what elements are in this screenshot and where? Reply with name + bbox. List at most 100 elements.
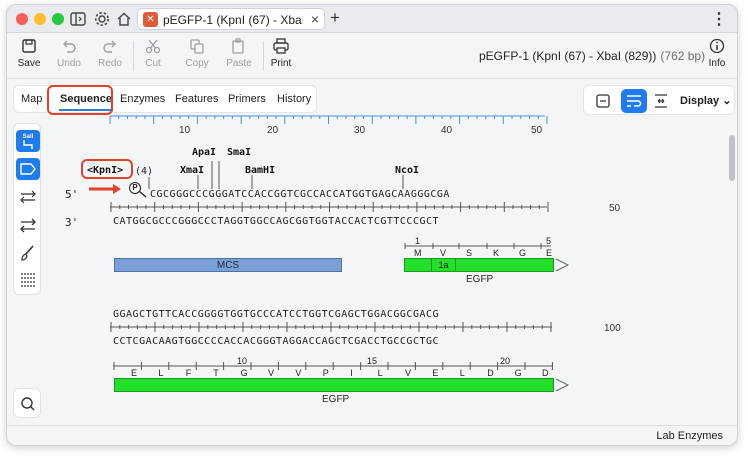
paste-label: Paste: [226, 58, 252, 69]
feature-egfp-2[interactable]: [114, 378, 554, 392]
clipboard-icon: [232, 38, 244, 54]
tab-map[interactable]: Map: [21, 93, 42, 105]
home-icon[interactable]: [115, 10, 133, 28]
minimize-window-button[interactable]: [34, 13, 46, 25]
fit-width-button[interactable]: [648, 89, 674, 113]
ruler-label-10: 10: [179, 125, 191, 136]
document-tab-title: pEGFP-1 (KpnI (67) - XbaI (8: [163, 13, 303, 27]
egfp-inner-label: 1a: [431, 259, 456, 271]
print-button[interactable]: Print: [261, 37, 301, 69]
feature-egfp-1[interactable]: 1a: [404, 258, 554, 272]
egfp-arrow-head-2: [555, 378, 570, 392]
position-50: 50: [609, 203, 621, 214]
amino-acid: G: [514, 368, 522, 378]
feature-mcs[interactable]: MCS: [114, 258, 342, 272]
ruler: [109, 115, 548, 124]
five-prime-label: 5': [65, 188, 79, 201]
redo-button[interactable]: Redo: [90, 37, 130, 69]
amino-acid: L: [459, 368, 465, 378]
ruler-label-50: 50: [531, 125, 543, 136]
feature-arrow-icon: [20, 163, 36, 175]
zoom-window-button[interactable]: [52, 13, 64, 25]
bottom-strand-2[interactable]: CCTCGACAAGTGGCCCCACCACGGGTAGGACCAGCTCGAC…: [113, 336, 439, 347]
amino-acid: L: [377, 368, 383, 378]
undo-label: Undo: [57, 58, 81, 69]
wrap-sequence-button[interactable]: [621, 89, 647, 113]
save-label: Save: [17, 58, 41, 69]
enzyme-tool-button[interactable]: SalI: [16, 130, 40, 152]
tab-history[interactable]: History: [277, 93, 311, 105]
paste-button[interactable]: Paste: [219, 37, 259, 69]
aa-1-4: G: [519, 248, 527, 258]
scissors-icon: [145, 39, 161, 54]
aa-1-5: E: [546, 248, 553, 258]
swap-arrows-icon: [20, 218, 36, 233]
aa-1-3: K: [493, 248, 500, 258]
undo-button[interactable]: Undo: [49, 37, 89, 69]
new-tab-button[interactable]: +: [330, 8, 340, 28]
tab-enzymes[interactable]: Enzymes: [120, 93, 165, 105]
lines-format-icon: [21, 273, 35, 287]
display-menu-button[interactable]: Display ⌄: [680, 94, 731, 107]
egfp-label-2: EGFP: [322, 394, 350, 405]
bottom-strand-1[interactable]: CATGGCGCCCGGGCCCTAGGTGGCCAGCGGTGGTACCACT…: [113, 216, 439, 227]
feature-tool-button[interactable]: [16, 158, 40, 180]
ruler-label-40: 40: [441, 125, 453, 136]
cut-button[interactable]: Cut: [133, 37, 173, 69]
egfp-label-1: EGFP: [466, 274, 494, 285]
amino-acid: L: [158, 368, 164, 378]
amino-acid: E: [131, 368, 138, 378]
amino-acid: V: [405, 368, 412, 378]
translation-tool-button[interactable]: [16, 186, 40, 208]
find-button[interactable]: [13, 388, 41, 418]
cut-label: Cut: [145, 58, 161, 69]
save-button[interactable]: Save: [9, 37, 49, 69]
enzyme-set-label[interactable]: Lab Enzymes: [656, 430, 723, 442]
amino-acid: I: [350, 368, 353, 378]
search-icon: [21, 397, 35, 411]
egfp-arrow-head-1: [555, 258, 570, 272]
text-format-button[interactable]: [16, 268, 40, 290]
save-icon: [22, 39, 36, 53]
print-label: Print: [270, 58, 292, 69]
chevron-down-icon: ⌄: [722, 95, 732, 107]
title-bar: ✕ pEGFP-1 (KpnI (67) - XbaI (8 × + ⋮: [7, 5, 737, 33]
enzyme-cut-lines: [148, 161, 404, 189]
position-100: 100: [604, 323, 621, 334]
tab-features[interactable]: Features: [175, 93, 218, 105]
info-button[interactable]: Info: [697, 37, 737, 69]
vertical-scrollbar[interactable]: [729, 135, 735, 181]
amino-acid: D: [487, 368, 494, 378]
collapse-icon: [596, 94, 610, 108]
close-window-button[interactable]: [16, 13, 28, 25]
restriction-site-icon: SalI: [23, 134, 34, 149]
sidebar-toggle-icon[interactable]: [69, 10, 87, 28]
sequence-canvas[interactable]: 10 20 30 40 50 ApaI SmaI <KpnI> (4) XmaI…: [47, 115, 727, 423]
undo-icon: [63, 40, 76, 53]
ruler-label-20: 20: [267, 125, 279, 136]
amino-acid: D: [542, 368, 549, 378]
amino-acid: T: [213, 368, 219, 378]
red-arrow-icon: [89, 184, 121, 194]
app-window: ✕ pEGFP-1 (KpnI (67) - XbaI (8 × + ⋮ Sav…: [6, 4, 738, 446]
strand-swap-button[interactable]: [16, 214, 40, 236]
top-strand-2[interactable]: GGAGCTGTTCACCGGGGTGGTGCCCATCCTGGTCGAGCTG…: [113, 309, 439, 320]
tab-primers[interactable]: Primers: [228, 93, 266, 105]
settings-gear-icon[interactable]: [93, 10, 111, 28]
mcs-label: MCS: [216, 260, 240, 271]
document-tab[interactable]: ✕ pEGFP-1 (KpnI (67) - XbaI (8 ×: [137, 8, 325, 30]
amino-acid: E: [432, 368, 439, 378]
amino-acid: G: [240, 368, 248, 378]
close-tab-icon[interactable]: ×: [311, 11, 319, 27]
amino-acid: V: [295, 368, 302, 378]
display-controls: Display ⌄: [583, 85, 735, 115]
color-tool-button[interactable]: [16, 242, 40, 264]
aa-1-0: M: [414, 248, 422, 258]
more-menu-button[interactable]: ⋮: [711, 9, 727, 29]
copy-button[interactable]: Copy: [177, 37, 217, 69]
amino-acid: V: [268, 368, 275, 378]
aa-ruler-1: [404, 243, 551, 249]
top-strand-1[interactable]: CGCGGGCCCGGGATCCACCGGTCGCCACCATGGTGAGCAA…: [150, 189, 450, 200]
collapse-view-button[interactable]: [590, 89, 616, 113]
printer-icon: [273, 38, 289, 54]
